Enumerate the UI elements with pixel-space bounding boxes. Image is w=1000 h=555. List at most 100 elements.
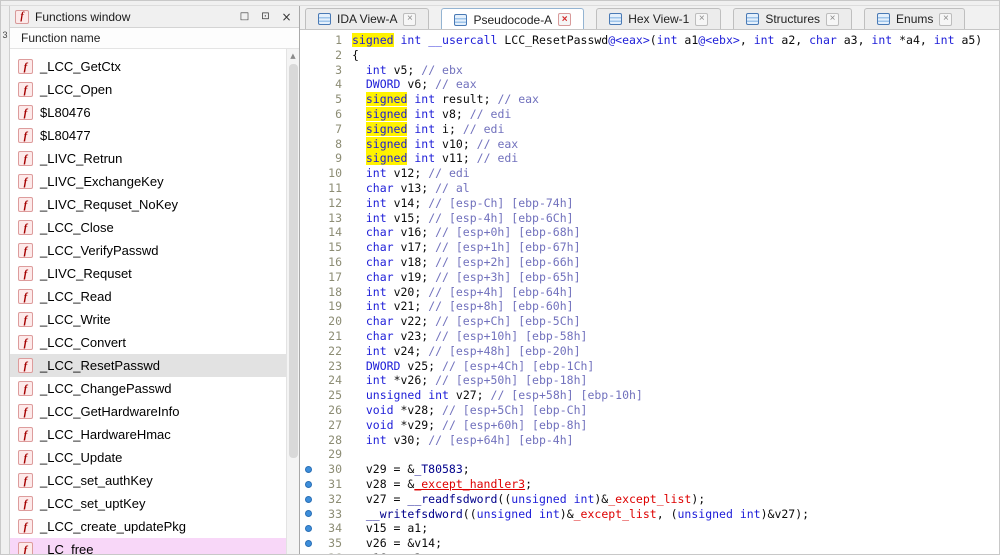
code-line[interactable]: 26 void *v28; // [esp+5Ch] [ebp-Ch] (300, 403, 999, 418)
function-row[interactable]: f _LCC_Write (10, 308, 286, 331)
code-line[interactable]: 21 char v23; // [esp+10h] [ebp-58h] (300, 329, 999, 344)
code-line[interactable]: 18 int v20; // [esp+4h] [ebp-64h] (300, 285, 999, 300)
code-line[interactable]: 33 __writefsdword((unsigned int)&_except… (300, 507, 999, 522)
code-text: DWORD v6; // eax (365, 77, 477, 92)
code-line[interactable]: 16 char v18; // [esp+2h] [ebp-66h] (300, 255, 999, 270)
tab-pseudocode-a[interactable]: Pseudocode-A × (441, 8, 585, 29)
code-view[interactable]: 1 signed int __usercall LCC_ResetPasswd@<… (300, 30, 999, 554)
functions-scrollbar[interactable]: ▲ (286, 49, 299, 554)
code-line[interactable]: 6 signed int v8; // edi (300, 106, 999, 122)
tab-enums[interactable]: Enums × (864, 8, 966, 29)
function-row[interactable]: f _LCC_create_updatePkg (10, 515, 286, 538)
function-row[interactable]: f _LCC_HardwareHmac (10, 423, 286, 446)
code-line[interactable]: 7 signed int i; // edi (300, 121, 999, 137)
code-line[interactable]: 29 (300, 447, 999, 462)
tab-structures[interactable]: Structures × (733, 8, 853, 29)
gutter-space (300, 107, 316, 122)
function-row[interactable]: f _LCC_VerifyPasswd (10, 239, 286, 262)
code-line[interactable]: 14 char v16; // [esp+0h] [ebp-68h] (300, 225, 999, 240)
code-line[interactable]: 1 signed int __usercall LCC_ResetPasswd@<… (300, 33, 999, 48)
scroll-up-icon[interactable]: ▲ (287, 49, 299, 62)
function-row[interactable]: f _LCC_set_authKey (10, 469, 286, 492)
function-name: _LCC_ResetPasswd (40, 358, 160, 373)
function-name-column-header[interactable]: Function name (10, 28, 299, 49)
function-icon: f (18, 473, 33, 488)
function-row[interactable]: f _LIVC_Requset (10, 262, 286, 285)
function-row[interactable]: f _LCC_Convert (10, 331, 286, 354)
function-row[interactable]: f $L80477 (10, 124, 286, 147)
code-line[interactable]: 25 unsigned int v27; // [esp+58h] [ebp-1… (300, 388, 999, 403)
function-row[interactable]: f _LC_free (10, 538, 286, 554)
code-line[interactable]: 24 int *v26; // [esp+50h] [ebp-18h] (300, 373, 999, 388)
tab-ida-view-a[interactable]: IDA View-A × (305, 8, 430, 29)
ida-view-icon (318, 13, 331, 25)
code-text: char v16; // [esp+0h] [ebp-68h] (365, 225, 581, 240)
function-row[interactable]: f _LCC_ChangePasswd (10, 377, 286, 400)
code-line[interactable]: 11 char v13; // al (300, 181, 999, 196)
code-line[interactable]: 34 v15 = a1; (300, 521, 999, 536)
function-row[interactable]: f _LCC_Update (10, 446, 286, 469)
code-line[interactable]: 35 v26 = &v14; (300, 536, 999, 551)
tab-close-icon[interactable]: × (695, 12, 709, 26)
tab-close-icon[interactable]: × (939, 12, 953, 26)
code-line[interactable]: 9 signed int v11; // edi (300, 151, 999, 166)
code-text: int v5; // ebx (365, 62, 463, 77)
code-line[interactable]: 17 char v19; // [esp+3h] [ebp-65h] (300, 270, 999, 285)
function-row[interactable]: f _LIVC_Retrun (10, 147, 286, 170)
close-panel-icon[interactable]: × (279, 9, 294, 24)
tab-close-icon[interactable]: × (558, 13, 572, 26)
tab-close-icon[interactable]: × (826, 12, 840, 26)
line-marker-dot[interactable] (300, 462, 316, 477)
code-line[interactable]: 15 char v17; // [esp+1h] [ebp-67h] (300, 240, 999, 255)
tab-hex-view-1[interactable]: Hex View-1 × (596, 8, 722, 29)
function-name: _LCC_VerifyPasswd (40, 243, 159, 258)
function-row[interactable]: f _LCC_set_uptKey (10, 492, 286, 515)
line-marker-dot[interactable] (300, 536, 316, 551)
function-row[interactable]: f $L80476 (10, 101, 286, 124)
function-row[interactable]: f _LCC_ResetPasswd (10, 354, 286, 377)
gutter-space (300, 270, 316, 285)
function-row[interactable]: f _LCC_Read (10, 285, 286, 308)
tab-label: Enums (896, 12, 934, 26)
code-line[interactable]: 12 int v14; // [esp-Ch] [ebp-74h] (300, 196, 999, 211)
function-row[interactable]: f _LCC_GetHardwareInfo (10, 400, 286, 423)
line-marker-dot[interactable] (300, 551, 316, 554)
function-row[interactable]: f _LCC_Open (10, 78, 286, 101)
function-icon: f (18, 105, 33, 120)
function-row[interactable]: f _LCC_Close (10, 216, 286, 239)
code-text: v26 = &v14; (352, 536, 443, 551)
line-marker-dot[interactable] (300, 492, 316, 507)
restore-window-icon[interactable]: □ (237, 9, 252, 24)
function-row[interactable]: f _LIVC_ExchangeKey (10, 170, 286, 193)
code-line[interactable]: 36 v16 = a2; (300, 551, 999, 554)
code-line[interactable]: 20 char v22; // [esp+Ch] [ebp-5Ch] (300, 314, 999, 329)
code-line[interactable]: 5 signed int result; // eax (300, 92, 999, 107)
tab-close-icon[interactable]: × (403, 12, 417, 26)
function-icon: f (18, 289, 33, 304)
code-line[interactable]: 30 v29 = &_T80583; (300, 462, 999, 477)
code-line[interactable]: 32 v27 = __readfsdword((unsigned int)&_e… (300, 492, 999, 507)
code-line[interactable]: 10 int v12; // edi (300, 166, 999, 181)
code-line[interactable]: 23 DWORD v25; // [esp+4Ch] [ebp-1Ch] (300, 359, 999, 374)
line-marker-dot[interactable] (300, 507, 316, 522)
function-row[interactable]: f _LIVC_Requset_NoKey (10, 193, 286, 216)
scrollbar-thumb[interactable] (288, 64, 298, 458)
code-line[interactable]: 31 v28 = &_except_handler3; (300, 477, 999, 492)
dock-window-icon[interactable]: ⊡ (258, 9, 273, 24)
line-marker-dot[interactable] (300, 477, 316, 492)
code-line[interactable]: 8 signed int v10; // eax (300, 136, 999, 152)
code-line[interactable]: 3 int v5; // ebx (300, 63, 999, 78)
function-icon: f (18, 312, 33, 327)
code-line[interactable]: 27 void *v29; // [esp+60h] [ebp-8h] (300, 418, 999, 433)
line-marker-dot[interactable] (300, 521, 316, 536)
code-text: int v24; // [esp+48h] [ebp-20h] (365, 343, 581, 358)
code-line[interactable]: 28 int v30; // [esp+64h] [ebp-4h] (300, 433, 999, 448)
gutter-space (300, 388, 316, 403)
code-line[interactable]: 2{ (300, 48, 999, 63)
line-number: 35 (328, 536, 342, 551)
code-line[interactable]: 13 int v15; // [esp-4h] [ebp-6Ch] (300, 211, 999, 226)
code-line[interactable]: 22 int v24; // [esp+48h] [ebp-20h] (300, 344, 999, 359)
code-line[interactable]: 4 DWORD v6; // eax (300, 77, 999, 92)
function-row[interactable]: f _LCC_GetCtx (10, 55, 286, 78)
code-line[interactable]: 19 int v21; // [esp+8h] [ebp-60h] (300, 299, 999, 314)
